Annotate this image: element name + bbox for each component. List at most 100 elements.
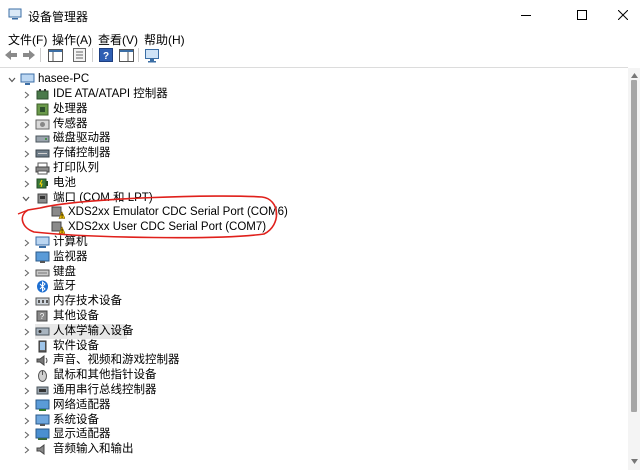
tree-category-system-device[interactable]: 系统设备 bbox=[0, 413, 600, 428]
tree-category-audio-io[interactable]: 音频输入和输出 bbox=[0, 442, 600, 457]
mouse-icon bbox=[38, 370, 47, 382]
action-pane-button[interactable] bbox=[117, 46, 135, 64]
toolbar-separator bbox=[138, 48, 139, 62]
tree-category-printer[interactable]: 打印队列 bbox=[0, 161, 600, 176]
system-device-icon bbox=[35, 414, 50, 426]
chevron-right-icon[interactable] bbox=[23, 446, 31, 454]
show-hide-console-button[interactable] bbox=[46, 46, 64, 64]
chevron-right-icon[interactable] bbox=[23, 150, 31, 158]
tree-category-label: 蓝牙 bbox=[53, 280, 76, 292]
warning-port-icon bbox=[51, 221, 65, 234]
tree-category-label: 内存技术设备 bbox=[53, 295, 122, 307]
tree-category-label: 软件设备 bbox=[53, 340, 99, 352]
svg-text:?: ? bbox=[40, 312, 45, 321]
tree-category-label: 声音、视频和游戏控制器 bbox=[53, 354, 180, 366]
chevron-right-icon[interactable] bbox=[23, 269, 31, 277]
chevron-down-icon[interactable] bbox=[8, 76, 16, 84]
tree-category-storage-controller[interactable]: 存储控制器 bbox=[0, 146, 600, 161]
tree-root[interactable]: hasee-PC bbox=[0, 72, 600, 87]
processor-icon bbox=[36, 103, 49, 116]
other-device-icon: ? bbox=[36, 310, 48, 322]
computer-icon bbox=[35, 236, 50, 248]
chevron-right-icon[interactable] bbox=[23, 121, 31, 129]
tree-category-sensor[interactable]: 传感器 bbox=[0, 117, 600, 132]
tree-category-usb[interactable]: 通用串行总线控制器 bbox=[0, 383, 600, 398]
chevron-right-icon[interactable] bbox=[23, 387, 31, 395]
tree-category-port[interactable]: 端口 (COM 和 LPT) bbox=[0, 191, 600, 206]
chevron-right-icon[interactable] bbox=[23, 298, 31, 306]
chevron-right-icon[interactable] bbox=[23, 357, 31, 365]
tree-category-keyboard[interactable]: 键盘 bbox=[0, 265, 600, 280]
tree-category-processor[interactable]: 处理器 bbox=[0, 102, 600, 117]
action-pane-icon bbox=[118, 48, 134, 62]
forward-button[interactable] bbox=[20, 46, 38, 64]
properties-icon bbox=[72, 48, 86, 62]
audio-io-icon bbox=[36, 444, 45, 455]
tree-category-label: 监视器 bbox=[53, 251, 88, 263]
tree-category-computer[interactable]: 计算机 bbox=[0, 235, 600, 250]
tree-category-ide-controller[interactable]: IDE ATA/ATAPI 控制器 bbox=[0, 87, 600, 102]
tree-category-software-device[interactable]: 软件设备 bbox=[0, 339, 600, 354]
tree-category-label: 存储控制器 bbox=[53, 147, 111, 159]
scroll-up-arrow-icon[interactable] bbox=[631, 73, 638, 78]
maximize-button[interactable] bbox=[559, 0, 605, 30]
bluetooth-icon bbox=[37, 280, 48, 293]
tree-category-memory[interactable]: 内存技术设备 bbox=[0, 294, 600, 309]
tree-category-bluetooth[interactable]: 蓝牙 bbox=[0, 279, 600, 294]
scrollbar-thumb[interactable] bbox=[631, 80, 637, 412]
chevron-right-icon[interactable] bbox=[23, 91, 31, 99]
tree-category-label: 显示适配器 bbox=[53, 428, 111, 440]
close-button[interactable] bbox=[605, 0, 640, 30]
scan-hardware-button[interactable] bbox=[143, 46, 161, 64]
disk-drive-icon bbox=[35, 135, 50, 143]
chevron-right-icon[interactable] bbox=[23, 135, 31, 143]
tree-device-row[interactable]: XDS2xx User CDC Serial Port (COM7) bbox=[0, 220, 600, 235]
chevron-right-icon[interactable] bbox=[23, 431, 31, 439]
toolbar: ? bbox=[0, 44, 640, 66]
back-button[interactable] bbox=[2, 46, 20, 64]
tree-category-hid[interactable]: 人体学输入设备 bbox=[0, 324, 600, 339]
ide-controller-icon bbox=[36, 89, 49, 100]
tree-category-battery[interactable]: 电池 bbox=[0, 176, 600, 191]
battery-icon bbox=[36, 178, 48, 189]
tree-category-label: 音频输入和输出 bbox=[53, 443, 134, 455]
chevron-right-icon[interactable] bbox=[23, 343, 31, 351]
chevron-right-icon[interactable] bbox=[23, 283, 31, 291]
tree-category-audio[interactable]: 声音、视频和游戏控制器 bbox=[0, 353, 600, 368]
properties-button[interactable] bbox=[70, 46, 88, 64]
tree-device-row[interactable]: XDS2xx Emulator CDC Serial Port (COM6) bbox=[0, 205, 600, 220]
tree-category-label: 其他设备 bbox=[53, 310, 99, 322]
chevron-down-icon[interactable] bbox=[22, 195, 30, 203]
minimize-icon bbox=[521, 15, 531, 16]
tree-category-network[interactable]: 网络适配器 bbox=[0, 398, 600, 413]
chevron-right-icon[interactable] bbox=[23, 328, 31, 336]
title-bar: 设备管理器 bbox=[0, 0, 640, 30]
monitor-scan-icon bbox=[145, 48, 159, 62]
tree-category-label: 通用串行总线控制器 bbox=[53, 384, 157, 396]
tree-category-label: 计算机 bbox=[53, 236, 88, 248]
scroll-down-arrow-icon[interactable] bbox=[631, 459, 638, 464]
tree-category-mouse[interactable]: 鼠标和其他指针设备 bbox=[0, 368, 600, 383]
tree-category-disk-drive[interactable]: 磁盘驱动器 bbox=[0, 131, 600, 146]
chevron-right-icon[interactable] bbox=[23, 239, 31, 247]
chevron-right-icon[interactable] bbox=[23, 372, 31, 380]
tree-category-display-adapter[interactable]: 显示适配器 bbox=[0, 427, 600, 442]
maximize-icon bbox=[577, 10, 587, 20]
help-button[interactable]: ? bbox=[97, 46, 115, 64]
minimize-button[interactable] bbox=[503, 0, 549, 30]
chevron-right-icon[interactable] bbox=[23, 417, 31, 425]
chevron-right-icon[interactable] bbox=[23, 106, 31, 114]
tree-category-label: 鼠标和其他指针设备 bbox=[53, 369, 157, 381]
chevron-right-icon[interactable] bbox=[23, 402, 31, 410]
chevron-right-icon[interactable] bbox=[23, 165, 31, 173]
chevron-right-icon[interactable] bbox=[23, 313, 31, 321]
chevron-right-icon[interactable] bbox=[23, 254, 31, 262]
tree-category-other-device[interactable]: ? 其他设备 bbox=[0, 309, 600, 324]
tree-category-label: IDE ATA/ATAPI 控制器 bbox=[53, 88, 168, 100]
tree-category-monitor[interactable]: 监视器 bbox=[0, 250, 600, 265]
help-question-icon: ? bbox=[99, 48, 113, 62]
tree-category-label: 人体学输入设备 bbox=[53, 325, 134, 337]
monitor-icon bbox=[35, 251, 50, 263]
chevron-right-icon[interactable] bbox=[23, 180, 31, 188]
device-tree: hasee-PC IDE ATA/ATAPI 控制器处理器 传感器 磁盘驱动器 存储控… bbox=[0, 68, 628, 470]
